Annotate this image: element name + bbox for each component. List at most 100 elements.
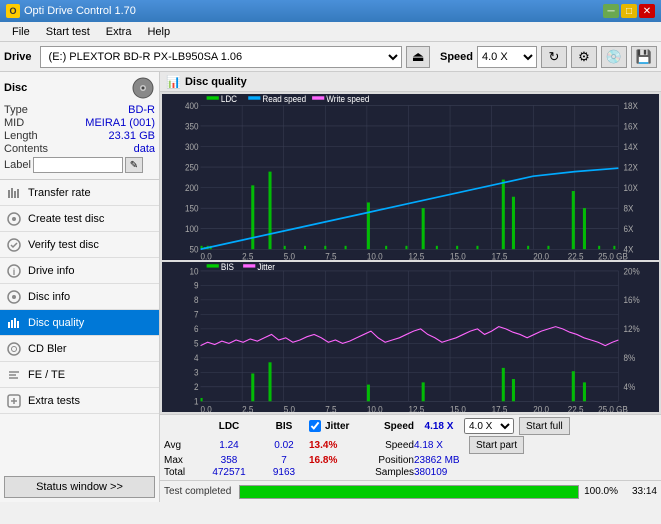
bis-jitter-chart: 10 9 8 7 6 5 4 3 2 1 20% 16% 12% 8% 4%	[162, 262, 659, 412]
menu-help[interactable]: Help	[139, 24, 178, 40]
svg-text:12%: 12%	[624, 323, 641, 333]
svg-text:15.0: 15.0	[450, 404, 466, 412]
sidebar-item-disc-quality[interactable]: Disc quality	[0, 310, 159, 336]
menu-start-test[interactable]: Start test	[38, 24, 98, 40]
progress-bar-inner	[240, 486, 578, 498]
sidebar-item-extra-tests[interactable]: Extra tests	[0, 388, 159, 414]
svg-text:BIS: BIS	[221, 262, 234, 272]
sidebar-item-fe-te[interactable]: FE / TE	[0, 362, 159, 388]
sidebar-item-extra-tests-label: Extra tests	[28, 395, 80, 407]
progress-bar-outer	[239, 485, 579, 499]
svg-text:25.0 GB: 25.0 GB	[598, 404, 628, 412]
svg-text:300: 300	[185, 141, 199, 152]
svg-text:1: 1	[194, 396, 199, 406]
minimize-button[interactable]: ─	[603, 4, 619, 18]
refresh-button[interactable]: ↻	[541, 46, 567, 68]
svg-text:18X: 18X	[624, 100, 639, 111]
samples-label: Samples	[369, 467, 414, 478]
status-window-label: Status window >>	[36, 481, 123, 493]
svg-text:16X: 16X	[624, 121, 639, 132]
disc-mid-val: MEIRA1 (001)	[85, 117, 155, 129]
svg-text:8: 8	[194, 294, 199, 304]
create-test-disc-icon	[6, 211, 22, 227]
progress-bar-container: Test completed 100.0% 33:14	[160, 480, 661, 502]
content-title: Disc quality	[185, 76, 247, 88]
disc-info-icon	[6, 289, 22, 305]
menu-bar: File Start test Extra Help	[0, 22, 661, 42]
speed-dropdown[interactable]: 4.0 X	[464, 418, 514, 434]
disc-label-row: Label ✎	[4, 157, 155, 173]
drive-select[interactable]: (E:) PLEXTOR BD-R PX-LB950SA 1.06	[40, 46, 402, 68]
svg-text:Write speed: Write speed	[326, 94, 369, 104]
svg-text:10.0: 10.0	[367, 251, 383, 259]
sidebar-item-fe-te-label: FE / TE	[28, 369, 65, 381]
position-label: Position	[369, 455, 414, 466]
max-ldc: 358	[199, 455, 259, 466]
start-part-button[interactable]: Start part	[469, 436, 524, 454]
svg-text:0.0: 0.0	[201, 404, 213, 412]
svg-text:3: 3	[194, 367, 199, 377]
svg-text:8X: 8X	[624, 203, 634, 214]
sidebar-item-transfer-rate[interactable]: Transfer rate	[0, 180, 159, 206]
avg-jitter: 13.4%	[309, 440, 369, 451]
sidebar-item-disc-quality-label: Disc quality	[28, 317, 84, 329]
sidebar-item-drive-info[interactable]: i Drive info	[0, 258, 159, 284]
total-bis: 9163	[259, 467, 309, 478]
svg-text:22.5: 22.5	[568, 251, 584, 259]
fe-te-icon	[6, 367, 22, 383]
svg-text:4: 4	[194, 352, 199, 362]
start-full-button[interactable]: Start full	[519, 417, 570, 435]
svg-text:7: 7	[194, 309, 199, 319]
jitter-checkbox[interactable]	[309, 420, 321, 432]
menu-extra[interactable]: Extra	[98, 24, 140, 40]
svg-text:10X: 10X	[624, 183, 639, 194]
svg-text:7.5: 7.5	[325, 251, 336, 259]
eject-button[interactable]: ⏏	[406, 46, 430, 68]
svg-text:350: 350	[185, 121, 199, 132]
cd-bler-icon	[6, 341, 22, 357]
svg-text:20.0: 20.0	[533, 251, 549, 259]
sidebar-item-verify-test-disc[interactable]: Verify test disc	[0, 232, 159, 258]
disc-label-input[interactable]	[33, 157, 123, 173]
save-button[interactable]: 💾	[631, 46, 657, 68]
svg-text:14X: 14X	[624, 141, 639, 152]
content-area: 📊 Disc quality	[160, 72, 661, 502]
max-label: Max	[164, 455, 199, 466]
main-content: Disc Type BD-R MID MEIRA1 (001) Length 2…	[0, 72, 661, 502]
svg-text:15.0: 15.0	[450, 251, 466, 259]
status-window-button[interactable]: Status window >>	[4, 476, 155, 498]
verify-test-disc-icon	[6, 237, 22, 253]
menu-file[interactable]: File	[4, 24, 38, 40]
settings-button[interactable]: ⚙	[571, 46, 597, 68]
avg-label: Avg	[164, 440, 199, 451]
disc-type-row: Type BD-R	[4, 104, 155, 116]
maximize-button[interactable]: □	[621, 4, 637, 18]
close-button[interactable]: ✕	[639, 4, 655, 18]
progress-time: 33:14	[622, 486, 657, 497]
bis-header: BIS	[259, 421, 309, 432]
sidebar-item-disc-info[interactable]: Disc info	[0, 284, 159, 310]
disc-label-edit-button[interactable]: ✎	[125, 157, 143, 173]
svg-text:9: 9	[194, 280, 199, 290]
sidebar-item-disc-info-label: Disc info	[28, 291, 70, 303]
sidebar-item-cd-bler[interactable]: CD Bler	[0, 336, 159, 362]
app-icon: O	[6, 4, 20, 18]
svg-text:20.0: 20.0	[533, 404, 549, 412]
svg-text:Jitter: Jitter	[257, 262, 275, 272]
disc-length-val: 23.31 GB	[109, 130, 155, 142]
speed-label: Speed	[440, 51, 473, 63]
avg-bis: 0.02	[259, 440, 309, 451]
svg-text:8%: 8%	[624, 352, 636, 362]
speed-select[interactable]: 4.0 X	[477, 46, 537, 68]
svg-text:0.0: 0.0	[201, 251, 212, 259]
disc-button[interactable]: 💿	[601, 46, 627, 68]
svg-text:200: 200	[185, 183, 199, 194]
svg-text:12.5: 12.5	[408, 404, 424, 412]
svg-text:i: i	[13, 267, 16, 277]
avg-ldc: 1.24	[199, 440, 259, 451]
svg-text:400: 400	[185, 100, 199, 111]
sidebar-item-create-test-disc[interactable]: Create test disc	[0, 206, 159, 232]
svg-text:7.5: 7.5	[325, 404, 337, 412]
drive-info-icon: i	[6, 263, 22, 279]
svg-text:4%: 4%	[624, 381, 636, 391]
